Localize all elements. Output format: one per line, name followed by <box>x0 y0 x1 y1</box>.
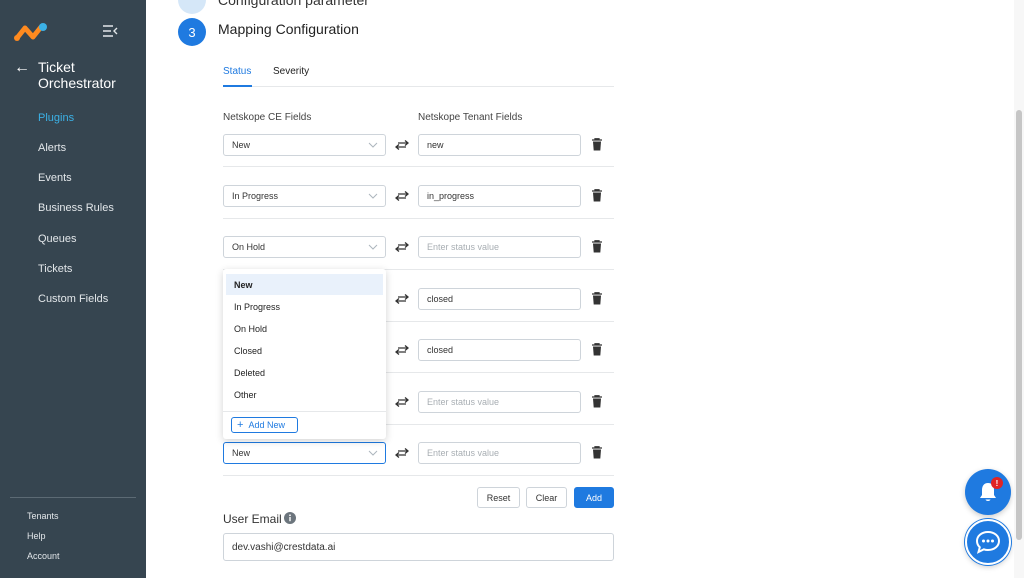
ce-field-select[interactable]: New <box>223 134 386 156</box>
info-icon[interactable] <box>284 512 296 524</box>
step-2-circle <box>178 0 206 14</box>
swap-icon <box>395 448 409 458</box>
dropdown-option-new[interactable]: New <box>226 274 383 295</box>
dropdown-option-on-hold[interactable]: On Hold <box>226 318 383 339</box>
select-value: New <box>232 448 251 458</box>
trash-icon[interactable] <box>591 189 603 202</box>
tab-status[interactable]: Status <box>223 66 251 77</box>
trash-icon[interactable] <box>591 395 603 408</box>
sidebar-item-queues[interactable]: Queues <box>38 232 77 246</box>
tenant-field-input[interactable]: closed <box>418 339 581 361</box>
select-value: New <box>232 140 251 150</box>
sidebar-item-plugins[interactable]: Plugins <box>38 111 74 125</box>
swap-icon <box>395 397 409 407</box>
swap-icon <box>395 345 409 355</box>
ce-field-select[interactable]: On Hold <box>223 236 386 258</box>
trash-icon[interactable] <box>591 292 603 305</box>
notification-badge: ! <box>991 477 1003 489</box>
trash-icon[interactable] <box>591 343 603 356</box>
netskope-logo-icon[interactable] <box>14 22 48 42</box>
tenant-field-input[interactable]: closed <box>418 288 581 310</box>
swap-icon <box>395 191 409 201</box>
scrollbar-thumb[interactable] <box>1016 110 1022 540</box>
add-button[interactable]: Add <box>574 487 614 508</box>
tenant-field-input[interactable]: new <box>418 134 581 156</box>
add-new-option-button[interactable]: + Add New <box>231 417 298 433</box>
sidebar-item-tickets[interactable]: Tickets <box>38 262 72 276</box>
tenant-fields-header: Netskope Tenant Fields <box>418 112 523 123</box>
add-new-label: Add New <box>248 420 285 430</box>
plus-icon: + <box>237 419 244 431</box>
tenant-field-input[interactable]: Enter status value <box>418 391 581 413</box>
dropdown-option-deleted[interactable]: Deleted <box>226 362 383 383</box>
chevron-down-icon <box>368 244 378 250</box>
select-value: In Progress <box>232 191 279 201</box>
tabs-divider <box>223 86 614 87</box>
status-dropdown-menu: New In Progress On Hold Closed Deleted O… <box>223 269 386 439</box>
sidebar-item-business-rules[interactable]: Business Rules <box>38 201 114 215</box>
sidebar-footer-help[interactable]: Help <box>27 530 46 542</box>
notifications-button[interactable]: ! <box>965 469 1011 515</box>
clear-button[interactable]: Clear <box>526 487 567 508</box>
chat-button[interactable] <box>965 519 1011 565</box>
swap-icon <box>395 294 409 304</box>
tenant-field-input[interactable]: Enter status value <box>418 236 581 258</box>
step-3-title: Mapping Configuration <box>218 21 359 37</box>
step-2-label[interactable]: Configuration parameter <box>218 0 369 8</box>
row-divider <box>223 166 614 167</box>
tenant-field-input[interactable]: Enter status value <box>418 442 581 464</box>
sidebar-footer-account[interactable]: Account <box>27 550 60 562</box>
trash-icon[interactable] <box>591 446 603 459</box>
tab-active-indicator <box>223 85 252 87</box>
ce-fields-header: Netskope CE Fields <box>223 112 312 123</box>
module-title: Ticket Orchestrator <box>38 59 116 91</box>
sidebar: ← Ticket Orchestrator Plugins Alerts Eve… <box>0 0 146 578</box>
sidebar-item-alerts[interactable]: Alerts <box>38 141 66 155</box>
dropdown-divider <box>223 411 386 412</box>
sidebar-item-events[interactable]: Events <box>38 171 72 185</box>
chevron-down-icon <box>368 193 378 199</box>
sidebar-divider <box>10 497 136 498</box>
user-email-label: User Email <box>223 512 282 526</box>
ce-field-select[interactable]: New <box>223 442 386 464</box>
dropdown-option-in-progress[interactable]: In Progress <box>226 296 383 317</box>
dropdown-option-closed[interactable]: Closed <box>226 340 383 361</box>
ce-field-select[interactable]: In Progress <box>223 185 386 207</box>
chevron-down-icon <box>368 142 378 148</box>
reset-button[interactable]: Reset <box>477 487 520 508</box>
user-email-input[interactable]: dev.vashi@crestdata.ai <box>223 533 614 561</box>
trash-icon[interactable] <box>591 138 603 151</box>
swap-icon <box>395 242 409 252</box>
step-3-circle: 3 <box>178 18 206 46</box>
chat-icon <box>975 530 1001 554</box>
sidebar-item-custom-fields[interactable]: Custom Fields <box>38 292 108 306</box>
chevron-down-icon <box>368 450 378 456</box>
row-divider <box>223 475 614 476</box>
swap-icon <box>395 140 409 150</box>
sidebar-footer-tenants[interactable]: Tenants <box>27 510 59 522</box>
dropdown-option-other[interactable]: Other <box>226 384 383 405</box>
collapse-menu-icon[interactable] <box>102 24 118 38</box>
back-arrow-icon[interactable]: ← <box>14 60 30 76</box>
tab-severity[interactable]: Severity <box>273 66 309 77</box>
row-divider <box>223 218 614 219</box>
select-value: On Hold <box>232 242 266 252</box>
tenant-field-input[interactable]: in_progress <box>418 185 581 207</box>
trash-icon[interactable] <box>591 240 603 253</box>
